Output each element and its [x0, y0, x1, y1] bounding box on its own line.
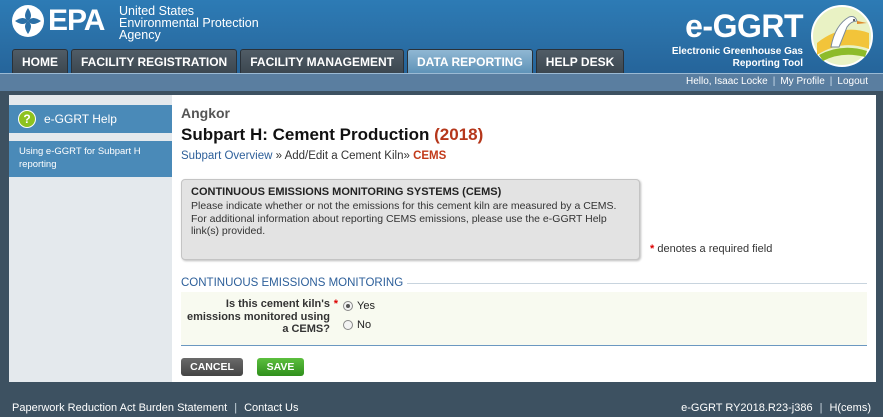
footer-links: Paperwork Reduction Act Burden Statement…: [12, 402, 299, 414]
page-code: H(cems): [829, 402, 871, 414]
required-asterisk: *: [333, 298, 338, 310]
divider: |: [234, 402, 238, 414]
help-question-icon: ?: [18, 110, 36, 128]
footer-version-info: e-GGRT RY2018.R23-j386 | H(cems): [681, 402, 871, 414]
save-button[interactable]: SAVE: [257, 358, 304, 376]
version-text: e-GGRT RY2018.R23-j386: [681, 402, 813, 414]
page-title: Subpart H: Cement Production (2018): [181, 125, 483, 145]
cems-no-option[interactable]: No: [343, 319, 371, 331]
site-footer: Paperwork Reduction Act Burden Statement…: [0, 385, 883, 417]
main-nav-tabs: HOME FACILITY REGISTRATION FACILITY MANA…: [12, 49, 625, 73]
eggrt-subtitle-line-1: Electronic Greenhouse Gas: [671, 46, 803, 57]
info-box-body: Please indicate whether or not the emiss…: [191, 200, 617, 237]
user-bar: Hello, Isaac Locke | My Profile | Logout: [0, 73, 883, 91]
page-frame: ? e-GGRT Help Using e-GGRT for Subpart H…: [0, 91, 883, 385]
cems-question-label: Is this cement kiln's emissions monitore…: [181, 298, 338, 336]
burden-statement-link[interactable]: Paperwork Reduction Act Burden Statement: [12, 402, 227, 414]
help-header: ? e-GGRT Help: [9, 105, 172, 133]
radio-no-label: No: [357, 319, 372, 331]
page-title-text: Subpart H: Cement Production: [181, 125, 430, 144]
breadcrumb-separator: »: [272, 150, 285, 162]
user-links: Hello, Isaac Locke | My Profile | Logout: [686, 76, 868, 87]
epa-logo-text: EPA: [48, 4, 105, 37]
logout-link[interactable]: Logout: [837, 76, 868, 87]
tab-help-desk[interactable]: HELP DESK: [535, 49, 625, 73]
radio-no[interactable]: [343, 320, 353, 330]
info-box-title: CONTINUOUS EMISSIONS MONITORING SYSTEMS …: [191, 186, 502, 198]
cems-yes-option[interactable]: Yes: [343, 300, 375, 312]
divider: |: [819, 402, 823, 414]
help-link-subpart-h[interactable]: Using e-GGRT for Subpart H reporting: [9, 141, 172, 177]
eggrt-bird-emblem-icon: [811, 5, 873, 67]
tab-facility-management[interactable]: FACILITY MANAGEMENT: [240, 49, 405, 73]
breadcrumb-current: CEMS: [413, 150, 447, 162]
my-profile-link[interactable]: My Profile: [780, 76, 824, 87]
section-title-text: CONTINUOUS EMISSIONS MONITORING: [181, 277, 404, 289]
cems-info-box: CONTINUOUS EMISSIONS MONITORING SYSTEMS …: [181, 179, 640, 260]
help-sidebar: ? e-GGRT Help Using e-GGRT for Subpart H…: [9, 95, 172, 382]
radio-yes-dot: [346, 304, 350, 308]
tab-data-reporting[interactable]: DATA REPORTING: [407, 49, 533, 73]
eggrt-subtitle-line-2: Reporting Tool: [732, 58, 803, 69]
eggrt-brand: e-GGRT Electronic Greenhouse Gas Reporti…: [665, 3, 875, 71]
radio-yes[interactable]: [343, 301, 353, 311]
eggrt-title: e-GGRT: [685, 8, 803, 44]
epa-flower-icon: [12, 5, 44, 37]
breadcrumb-subpart-overview[interactable]: Subpart Overview: [181, 150, 272, 162]
section-divider: [407, 282, 867, 284]
epa-logo[interactable]: EPA: [10, 3, 105, 39]
main-content: Angkor Subpart H: Cement Production (201…: [172, 95, 876, 382]
divider: |: [772, 76, 776, 87]
required-note-text: denotes a required field: [654, 243, 773, 255]
contact-us-link[interactable]: Contact Us: [244, 402, 298, 414]
help-title: e-GGRT Help: [44, 112, 117, 126]
divider: |: [829, 76, 833, 87]
agency-name: United States Environmental Protection A…: [119, 5, 259, 42]
site-header: EPA United States Environmental Protecti…: [0, 0, 883, 74]
facility-name: Angkor: [181, 105, 230, 121]
tab-home[interactable]: HOME: [12, 49, 68, 73]
user-greeting: Hello, Isaac Locke: [686, 76, 768, 87]
breadcrumb-add-edit-kiln: Add/Edit a Cement Kiln: [284, 150, 404, 162]
radio-yes-label: Yes: [357, 300, 375, 312]
required-field-note: * denotes a required field: [650, 243, 772, 255]
breadcrumb: Subpart Overview » Add/Edit a Cement Kil…: [181, 150, 446, 162]
reporting-year: (2018): [434, 125, 484, 144]
cems-question-text: Is this cement kiln's emissions monitore…: [186, 298, 330, 335]
tab-facility-registration[interactable]: FACILITY REGISTRATION: [71, 49, 238, 73]
cems-question-row: Is this cement kiln's emissions monitore…: [181, 292, 867, 346]
breadcrumb-separator: »: [403, 150, 414, 162]
section-title: CONTINUOUS EMISSIONS MONITORING: [181, 277, 867, 289]
cancel-button[interactable]: CANCEL: [181, 358, 243, 376]
eggrt-subtitle: Electronic Greenhouse Gas Reporting Tool: [643, 46, 803, 70]
agency-line-3: Agency: [119, 28, 161, 42]
